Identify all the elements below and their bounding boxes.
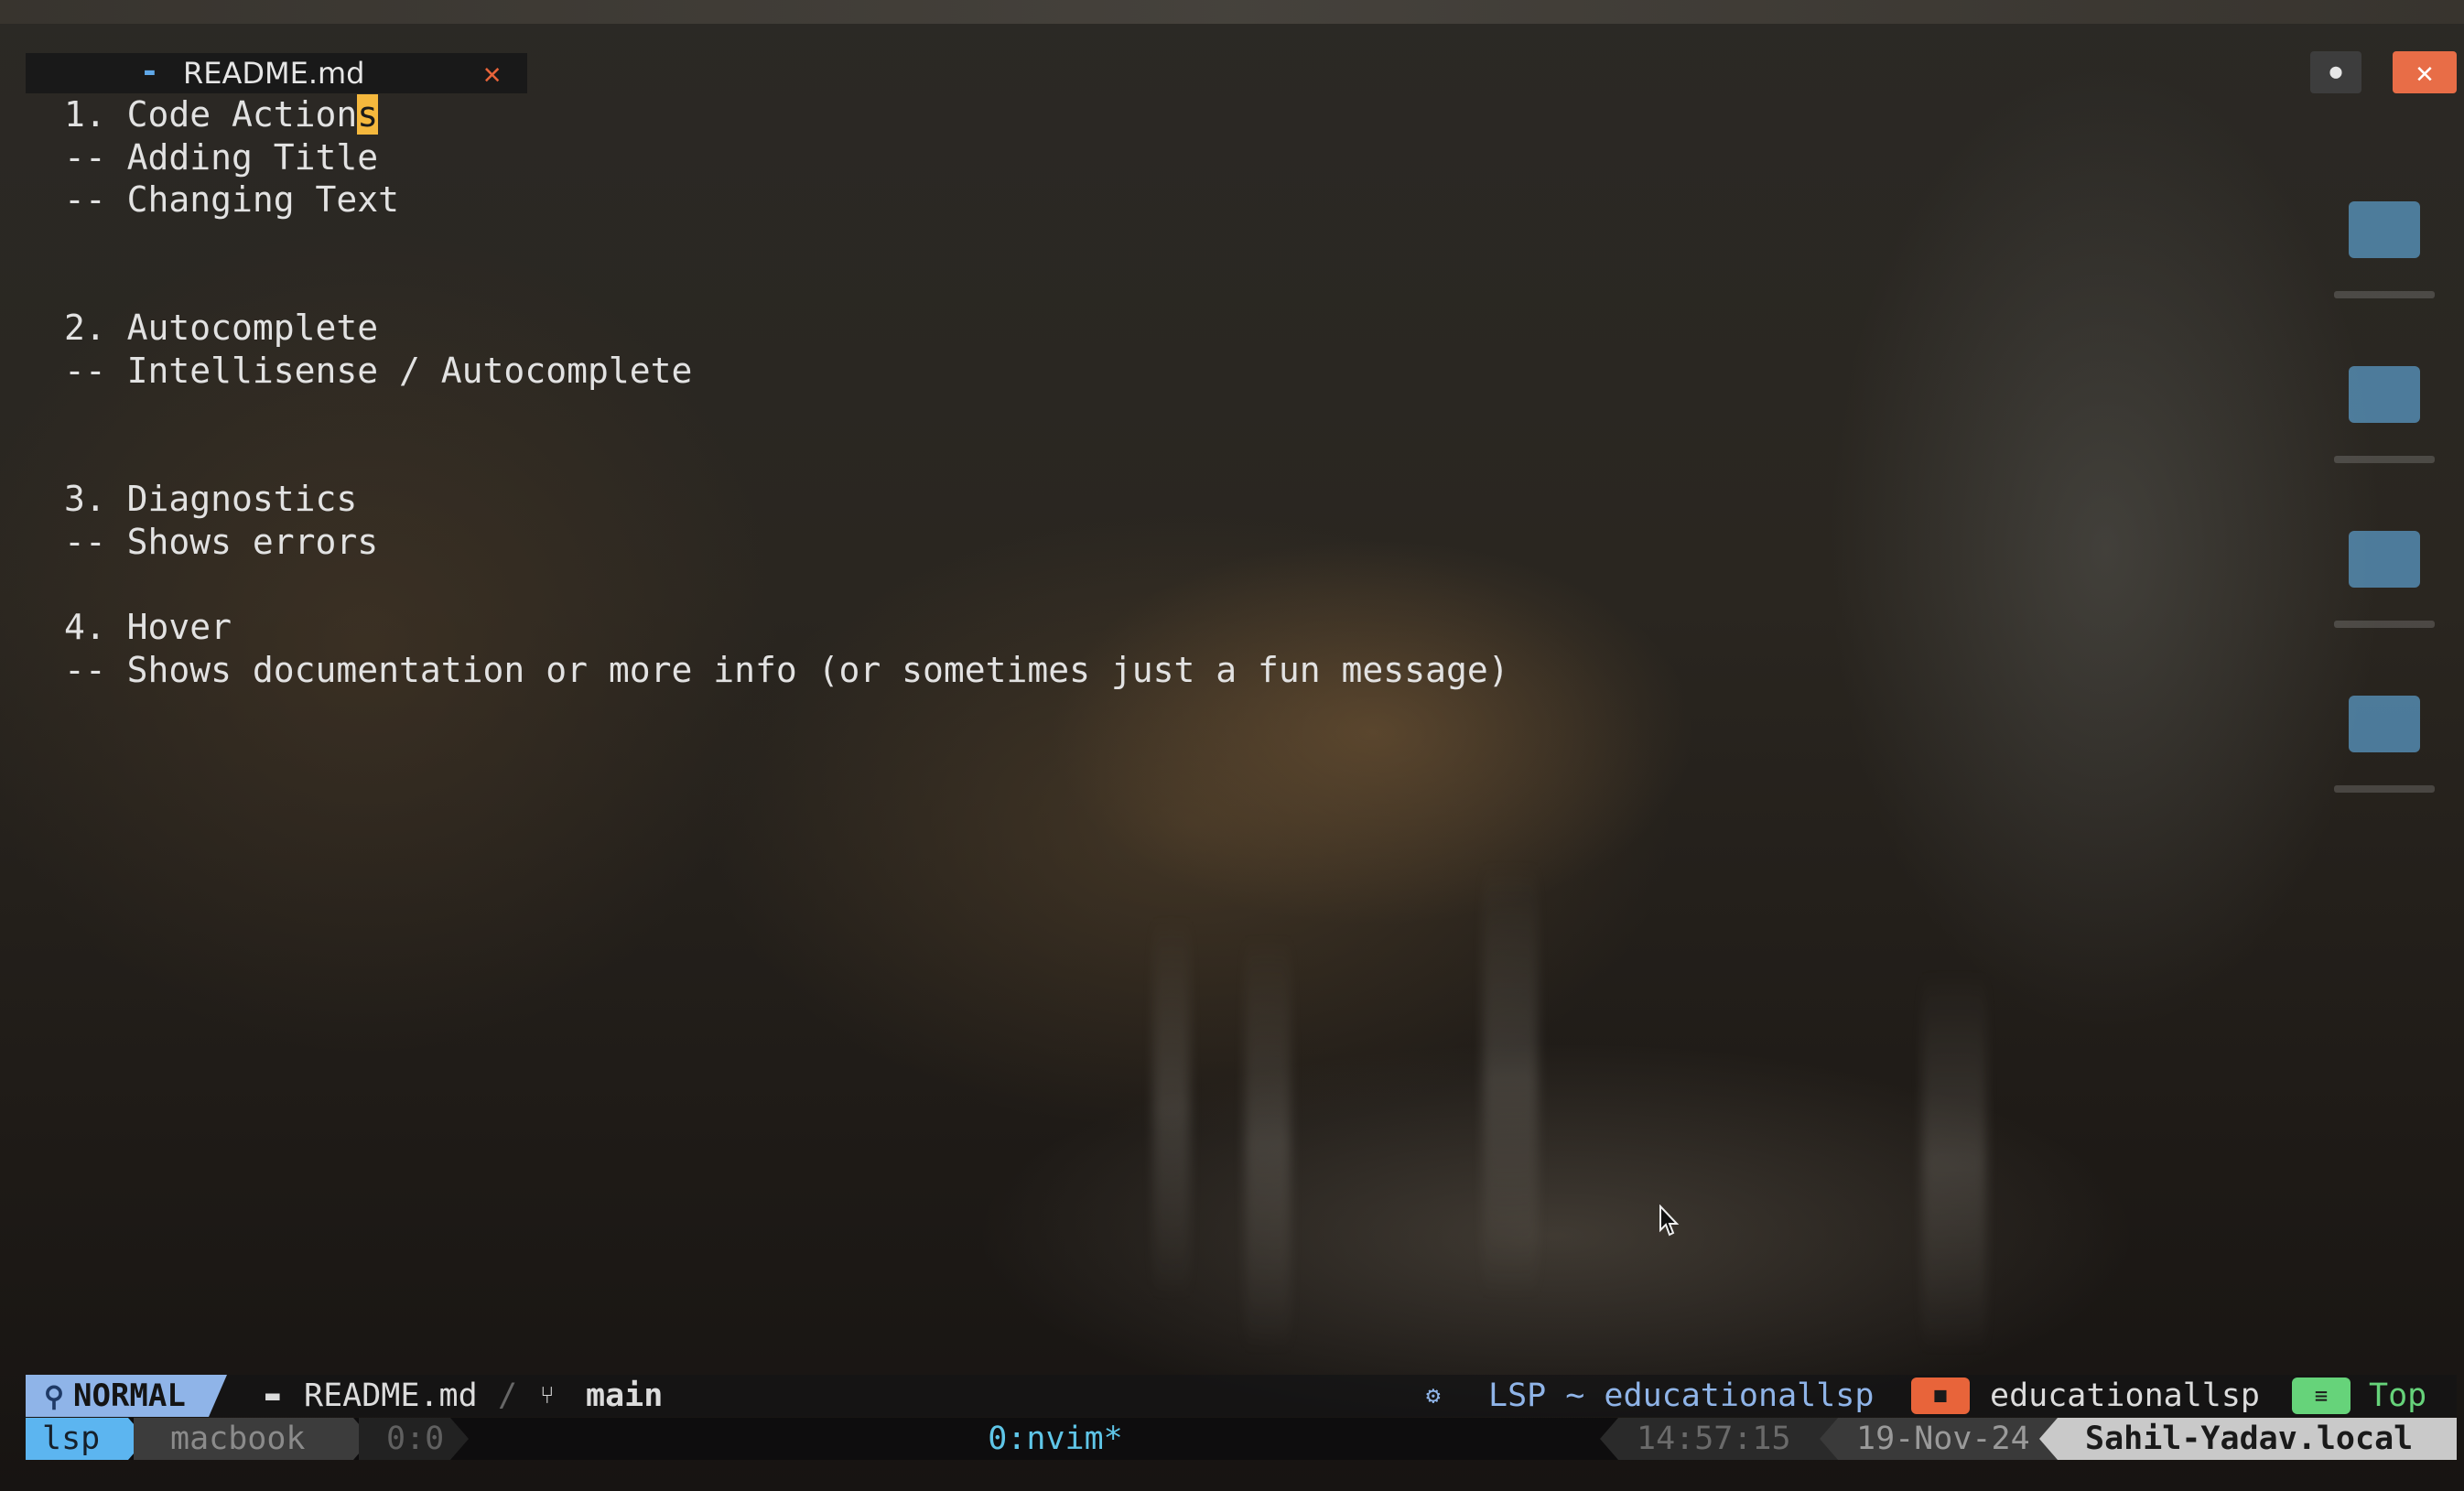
tab-title: README.md [183,56,365,91]
close-icon[interactable]: ✕ [483,55,501,92]
buffer-line: 2. Autocomplete [64,308,379,349]
menu-bar [0,0,2464,24]
buffer-line: 1. Code Actions [64,93,2261,136]
desktop-folder-icon[interactable] [2349,531,2420,588]
buffer-line [64,265,2261,308]
tmux-session[interactable]: lsp [26,1418,146,1460]
desktop-folder-label [2334,621,2435,628]
markdown-icon: ▬ [145,62,155,81]
desktop-folder-label [2334,291,2435,298]
desktop-folder-icon[interactable] [2349,696,2420,752]
markdown-icon: ▬ [265,1382,280,1410]
tmux-user-host: Sahil-Yadav.local [2039,1418,2457,1460]
buffer-line [64,436,2261,479]
vim-icon: ⚲ [44,1381,64,1413]
buffer-tabline: ▬ README.md ✕ [26,53,2457,93]
buffer-line [64,221,2261,265]
desktop-folder-icon[interactable] [2349,366,2420,423]
buffer-line: -- Changing Text [64,179,400,221]
tmux-host: macbook [134,1418,372,1460]
mouse-pointer-icon [1659,1205,1680,1237]
buffer-line: -- Adding Title [64,136,379,178]
editor-buffer[interactable]: 1. Code Actions -- Adding Title -- Chang… [64,93,2261,692]
project-name: educationallsp [1990,1378,2261,1414]
git-branch: main [586,1378,664,1414]
buffer-line [64,393,2261,436]
lsp-gear-icon: ⚙ [1426,1382,1441,1410]
tmux-time: 14:57:15 [1600,1418,1847,1460]
statusline-filename: README.md [304,1378,478,1414]
eye-icon[interactable]: ● [2310,51,2361,93]
tab-readme[interactable]: ▬ README.md ✕ [26,53,527,93]
tmux-pane: 0:0 [359,1418,469,1460]
tmux-window-tab[interactable]: 0:nvim* [941,1418,1170,1460]
buffer-line: -- Shows documentation or more info (or … [64,649,1509,690]
wallpaper-detail [1922,970,1986,1355]
buffer-line: -- Shows errors [64,521,379,562]
git-branch-icon: ⑂ [540,1382,555,1410]
lsp-status: LSP ~ educationallsp [1488,1378,1875,1414]
wallpaper-detail [1483,860,1538,1300]
buffer-line: 4. Hover [64,607,232,648]
lines-icon: ≡ [2292,1378,2351,1414]
tmux-statusbar: lsp macbook 0:0 0:nvim* 14:57:15 19-Nov-… [26,1418,2457,1460]
text-cursor: s [357,94,379,135]
cursor-line-text: 1. Code Action [64,94,358,135]
wallpaper-detail [1245,934,1291,1355]
mode-indicator: ⚲ NORMAL [26,1375,227,1417]
mode-label: NORMAL [72,1378,186,1414]
folder-icon: ■ [1911,1378,1970,1414]
buffer-line: -- Intellisense / Autocomplete [64,351,693,392]
buffer-line: 3. Diagnostics [64,479,358,520]
separator: / [498,1378,518,1414]
desktop-screen: ▬ README.md ✕ ● ✕ 1. Code Actions -- Add… [0,0,2464,1491]
window-close-button[interactable]: ✕ [2393,51,2457,93]
desktop-folder-label [2334,456,2435,463]
desktop-folder-label [2334,785,2435,793]
buffer-line [64,564,2261,607]
cursor-position: Top [2369,1378,2427,1414]
tmux-date: 19-Nov-24 [1820,1418,2058,1460]
nvim-statusline: ⚲ NORMAL ▬ README.md / ⑂ main ⚙ LSP ~ edu… [26,1375,2457,1417]
desktop-folder-icon[interactable] [2349,201,2420,258]
wallpaper-detail [1153,915,1190,1300]
